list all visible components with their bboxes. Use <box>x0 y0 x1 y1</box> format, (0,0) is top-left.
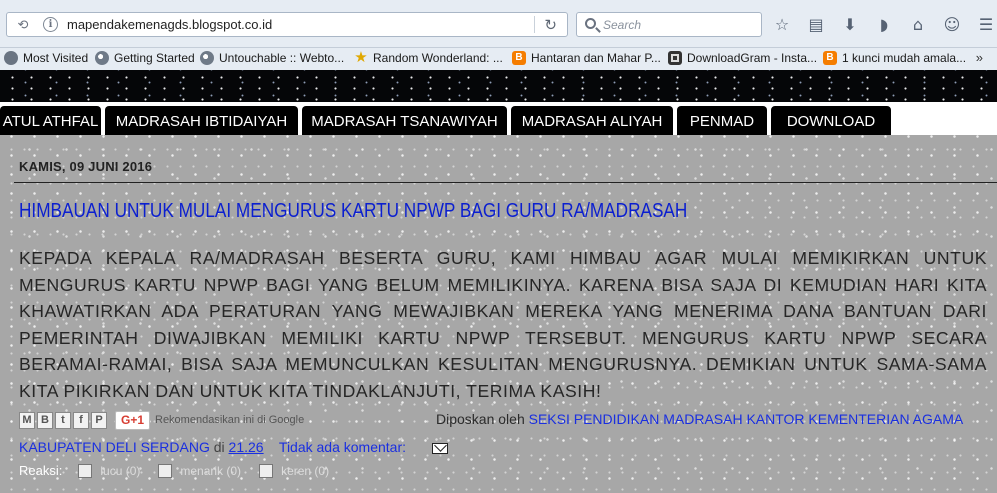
email-post-icon[interactable] <box>431 442 448 454</box>
pocket-icon[interactable]: ◗ <box>874 15 894 35</box>
share-buttons: M B t f P G+1 <box>19 411 151 430</box>
posted-by-label: Diposkan oleh <box>436 411 525 427</box>
reload-icon[interactable]: ↻ <box>544 16 557 34</box>
tab-madrasah-tsanawiyah[interactable]: MADRASAH TSANAWIYAH <box>302 106 507 135</box>
facebook-share-icon[interactable]: f <box>73 412 89 429</box>
bookmarks-overflow-button[interactable]: » <box>976 50 983 65</box>
globe-icon <box>200 51 214 65</box>
bookmark-most-visited[interactable]: Most Visited <box>4 51 88 65</box>
bookmark-untouchable[interactable]: Untouchable :: Webto... <box>200 51 344 65</box>
blogger-icon: B <box>512 51 526 65</box>
search-placeholder: Search <box>603 18 642 32</box>
url-separator <box>534 16 535 33</box>
bookmark-kunci[interactable]: B 1 kunci mudah amala... <box>823 51 966 65</box>
bookmark-label: Untouchable :: Webto... <box>219 51 345 65</box>
blogger-share-icon[interactable]: B <box>37 412 53 429</box>
date-divider <box>14 182 997 183</box>
email-share-icon[interactable]: M <box>19 412 35 429</box>
blogger-icon: B <box>823 51 837 65</box>
at-label: di <box>213 439 225 455</box>
bookmark-label: Random Wonderland: ... <box>373 51 503 65</box>
downloads-icon[interactable]: ⬇ <box>840 15 860 35</box>
bookmark-label: Getting Started <box>114 51 195 65</box>
bookmark-label: Most Visited <box>23 51 89 65</box>
bookmark-getting-started[interactable]: Getting Started <box>95 51 195 65</box>
toolbar-icons: ☆ ▤ ⬇ ◗ ⌂ ☺ ☰ <box>772 13 997 37</box>
google-plus-button[interactable]: G+1 <box>115 411 151 430</box>
reaction-label-menarik: menarik (0) <box>180 463 242 478</box>
tab-madrasah-aliyah[interactable]: MADRASAH ALIYAH <box>511 106 673 135</box>
comments-link[interactable]: Tidak ada komentar: <box>279 439 406 455</box>
twitter-share-icon[interactable]: t <box>55 412 71 429</box>
gear-icon <box>4 51 18 65</box>
home-icon[interactable]: ⌂ <box>908 15 928 35</box>
reactions: Reaksi: lucu (0) menarik (0) keren (0) <box>19 463 347 478</box>
bookmark-label: Hantaran dan Mahar P... <box>531 51 661 65</box>
tab-raudhatul-athfal[interactable]: ATUL ATHFAL <box>0 106 101 135</box>
bookmark-label: DownloadGram - Insta... <box>687 51 818 65</box>
reaction-label-lucu: lucu (0) <box>100 463 141 478</box>
site-info-icon[interactable]: i <box>43 17 58 32</box>
globe-icon <box>95 51 109 65</box>
header-strip <box>0 70 997 102</box>
address-bar[interactable]: ⟲ i mapendakemenagds.blogspot.co.id ↻ <box>6 12 568 37</box>
recommend-text: Rekomendasikan ini di Google <box>155 414 305 426</box>
reaction-label-keren: keren (0) <box>281 463 330 478</box>
reading-list-icon[interactable]: ▤ <box>806 15 826 35</box>
bookmark-label: 1 kunci mudah amala... <box>842 51 967 65</box>
search-input[interactable]: Search <box>576 12 762 37</box>
bookmark-random-wonderland[interactable]: ★ Random Wonderland: ... <box>354 49 503 66</box>
emoji-icon[interactable]: ☺ <box>942 15 962 35</box>
menu-icon[interactable]: ☰ <box>976 15 996 35</box>
post-date: KAMIS, 09 JUNI 2016 <box>19 159 153 174</box>
reactions-label: Reaksi: <box>19 463 63 478</box>
tab-madrasah-ibtidaiyah[interactable]: MADRASAH IBTIDAIYAH <box>105 106 298 135</box>
tab-penmad[interactable]: PENMAD <box>677 106 767 135</box>
post-body: KEPADA KEPALA RA/MADRASAH BESERTA GURU, … <box>19 248 987 401</box>
bookmark-downloadgram[interactable]: DownloadGram - Insta... <box>668 51 817 65</box>
reaction-checkbox-lucu[interactable] <box>78 463 93 478</box>
tab-download[interactable]: DOWNLOAD <box>771 106 891 135</box>
instagram-icon <box>668 51 682 65</box>
bookmark-hantaran[interactable]: B Hantaran dan Mahar P... <box>512 51 661 65</box>
pinterest-share-icon[interactable]: P <box>91 412 107 429</box>
post-time-link[interactable]: 21.26 <box>229 439 264 455</box>
reaction-checkbox-keren[interactable] <box>259 463 274 478</box>
reaction-checkbox-menarik[interactable] <box>158 463 173 478</box>
bookmarks-bar: Most Visited Getting Started Untouchable… <box>0 48 997 70</box>
browser-toolbar: ⟲ i mapendakemenagds.blogspot.co.id ↻ Se… <box>0 0 997 48</box>
author-link[interactable]: SEKSI PENDIDIKAN MADRASAH KANTOR KEMENTE… <box>529 411 964 427</box>
posted-by: Diposkan oleh SEKSI PENDIDIKAN MADRASAH … <box>436 411 963 427</box>
post-meta-line: KABUPATEN DELI SERDANG di 21.26 Tidak ad… <box>19 439 448 455</box>
main-nav: ATUL ATHFAL MADRASAH IBTIDAIYAH MADRASAH… <box>0 102 997 135</box>
bookmark-star-icon[interactable]: ☆ <box>772 15 792 35</box>
search-icon <box>585 18 596 29</box>
url-text[interactable]: mapendakemenagds.blogspot.co.id <box>67 17 272 32</box>
post-title[interactable]: HIMBAUAN UNTUK MULAI MENGURUS KARTU NPWP… <box>19 200 687 223</box>
star-icon: ★ <box>354 49 368 66</box>
author-link-continued[interactable]: KABUPATEN DELI SERDANG <box>19 439 210 455</box>
history-icon[interactable]: ⟲ <box>15 17 31 33</box>
